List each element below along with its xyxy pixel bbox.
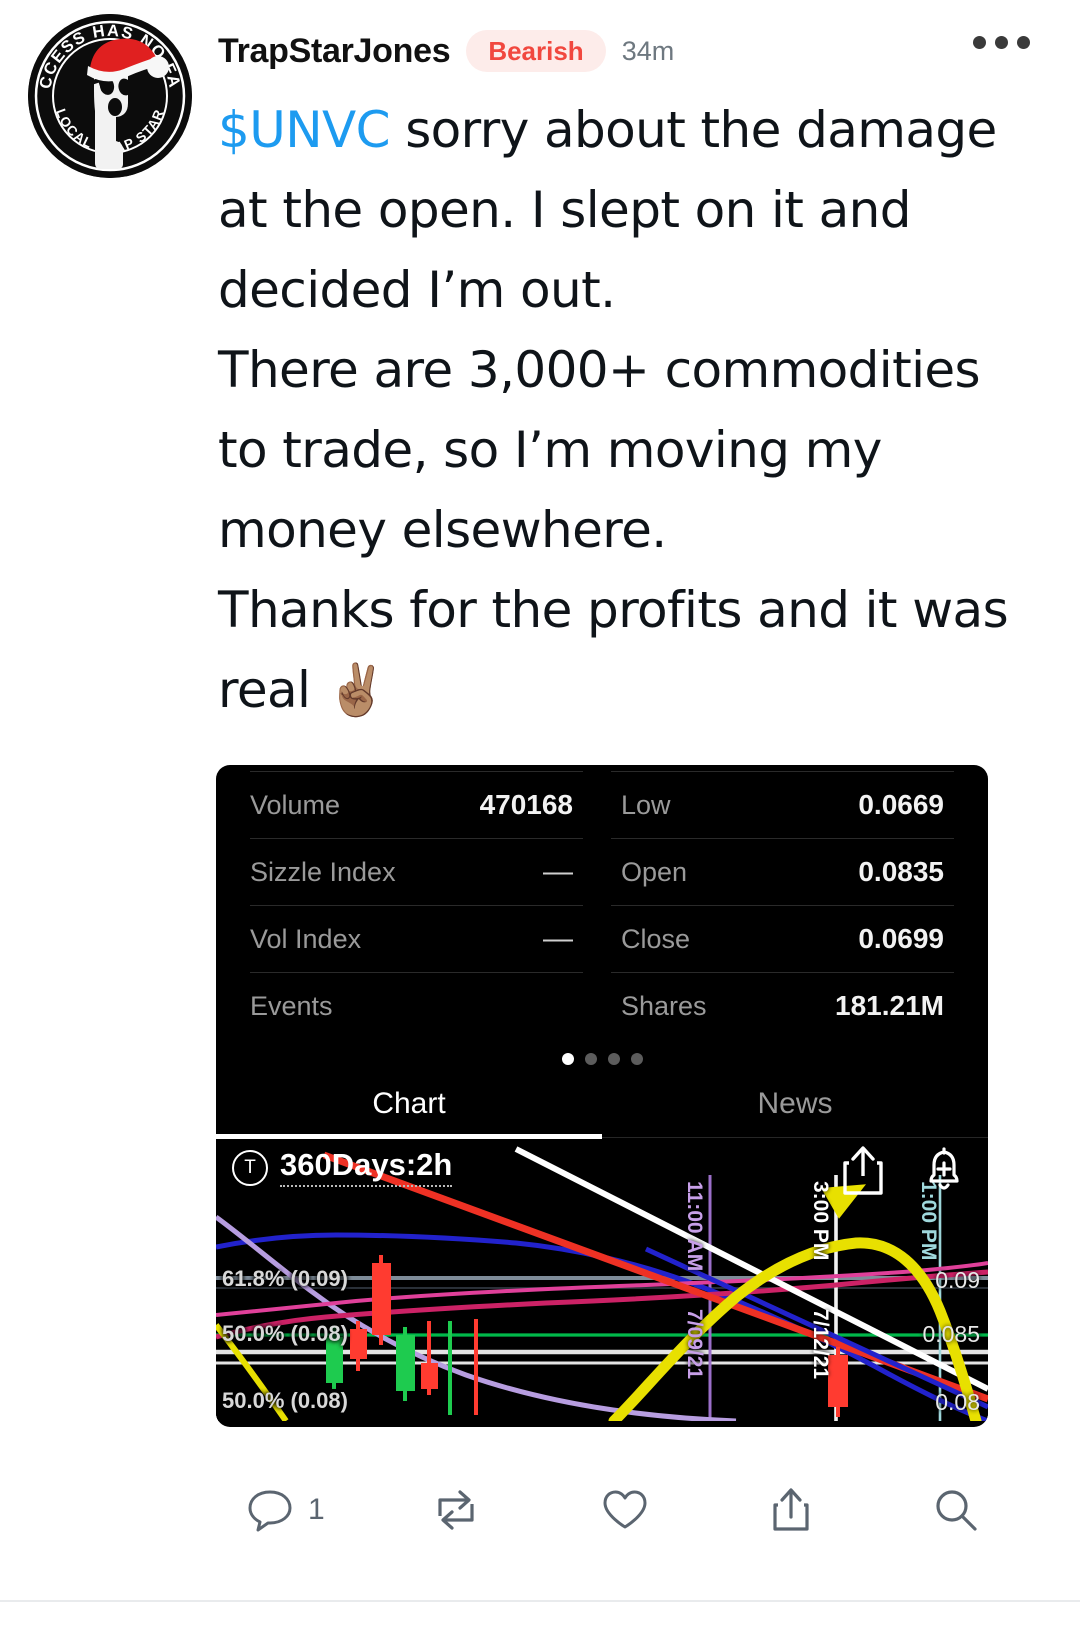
stat-value: 181.21M — [835, 990, 944, 1021]
post-body: $UNVC sorry about the damage at the open… — [218, 90, 1009, 730]
price-chart[interactable]: T 360Days:2h 61.8% (0.09) 50.0% (0.08) 5… — [216, 1139, 988, 1421]
stat-value: 0.0669 — [858, 789, 944, 820]
stat-label: Open — [621, 856, 688, 887]
reply-count: 1 — [308, 1493, 325, 1526]
timestamp: 34m — [621, 35, 675, 66]
pager-dots[interactable] — [216, 1053, 988, 1065]
search-button[interactable] — [922, 1476, 1004, 1544]
stat-label: Low — [621, 789, 671, 820]
cashtag-link[interactable]: $UNVC — [218, 101, 391, 159]
stat-value: — — [543, 855, 573, 888]
price-label-2: 0.085 — [922, 1321, 980, 1347]
axis-label-date-1: 7/09/21 — [683, 1309, 706, 1380]
axis-label-date-2: 7/12/21 — [809, 1309, 832, 1380]
stat-label: Events — [250, 990, 333, 1021]
axis-label-time-2: 3:00 PM — [809, 1181, 832, 1261]
post-line-2: There are 3,000+ commodities to trade, s… — [218, 341, 981, 559]
pager-dot[interactable] — [584, 1053, 597, 1065]
share-up-icon[interactable] — [840, 1145, 886, 1197]
chart-timeframe-label: 360Days:2h — [280, 1148, 453, 1187]
tab-chart[interactable]: Chart — [216, 1087, 602, 1139]
axis-label-time-1: 11:00 AM — [683, 1181, 706, 1272]
stat-vol-index: Vol Index — — [250, 905, 583, 972]
stat-close: Close 0.0699 — [611, 905, 954, 972]
stat-events: Events — [250, 972, 583, 1039]
peace-hand-emoji: ✌🏽 — [325, 661, 388, 719]
stat-low: Low 0.0669 — [611, 771, 954, 838]
fib-label-500-a: 50.0% (0.08) — [222, 1321, 348, 1346]
table-row: Events Shares 181.21M — [250, 972, 954, 1039]
share-icon — [773, 1488, 809, 1531]
stat-sizzle-index: Sizzle Index — — [250, 838, 583, 905]
comment-icon — [248, 1490, 292, 1532]
username[interactable]: TrapStarJones — [218, 32, 451, 71]
pager-dot[interactable] — [630, 1053, 643, 1065]
stat-label: Shares — [621, 990, 707, 1021]
tab-news[interactable]: News — [602, 1087, 988, 1139]
avatar-logo-icon: SUCCESS HAS NO FACE LOCAL TRAP STAR — [28, 14, 192, 178]
stat-volume: Volume 470168 — [250, 771, 583, 838]
fib-label-618: 61.8% (0.09) — [222, 1266, 348, 1291]
t-circle-icon: T — [232, 1149, 268, 1186]
social-post: SUCCESS HAS NO FACE LOCAL TRAP STAR — [0, 0, 1080, 1652]
table-row: Sizzle Index — Open 0.0835 — [250, 838, 954, 905]
action-bar: 1 — [200, 1455, 1040, 1565]
like-button[interactable] — [590, 1476, 674, 1544]
retweet-icon — [437, 1490, 474, 1530]
bell-add-icon[interactable] — [920, 1145, 968, 1197]
post-divider — [0, 1600, 1080, 1602]
share-button[interactable] — [759, 1475, 837, 1545]
card-tabs: Chart News — [216, 1087, 988, 1139]
avatar[interactable]: SUCCESS HAS NO FACE LOCAL TRAP STAR — [28, 14, 192, 178]
stat-label: Close — [621, 923, 691, 954]
stat-value: 0.0699 — [858, 923, 944, 954]
pager-dot[interactable] — [607, 1053, 620, 1065]
fib-label-500-b: 50.0% (0.08) — [222, 1388, 348, 1413]
table-row: Vol Index — Close 0.0699 — [250, 905, 954, 972]
quoted-stock-card[interactable]: Volume 470168 Low 0.0669 Sizzle Index — … — [216, 765, 988, 1427]
stat-shares: Shares 181.21M — [611, 972, 954, 1039]
post-header: TrapStarJones Bearish 34m — [218, 30, 674, 72]
status-badge: Bearish — [466, 30, 606, 72]
avatar-image: SUCCESS HAS NO FACE LOCAL TRAP STAR — [28, 14, 192, 178]
stat-label: Volume — [250, 789, 341, 820]
repost-button[interactable] — [420, 1476, 506, 1544]
price-label-1: 0.09 — [935, 1267, 980, 1293]
chart-timeframe[interactable]: T 360Days:2h — [232, 1148, 453, 1187]
more-horizontal-icon[interactable] — [965, 28, 1038, 57]
reply-button[interactable]: 1 — [236, 1476, 335, 1544]
search-icon — [936, 1490, 977, 1531]
stat-value: — — [543, 922, 573, 955]
heart-icon — [603, 1490, 647, 1529]
pager-dot[interactable] — [561, 1053, 574, 1065]
stats-table: Volume 470168 Low 0.0669 Sizzle Index — … — [216, 765, 988, 1039]
chart-actions — [840, 1145, 968, 1197]
stat-label: Vol Index — [250, 923, 362, 954]
stat-label: Sizzle Index — [250, 856, 396, 887]
price-label-3: 0.08 — [935, 1389, 980, 1415]
stat-value: 0.0835 — [858, 856, 944, 887]
stat-value: 470168 — [479, 789, 573, 820]
table-row: Volume 470168 Low 0.0669 — [250, 771, 954, 838]
stat-open: Open 0.0835 — [611, 838, 954, 905]
